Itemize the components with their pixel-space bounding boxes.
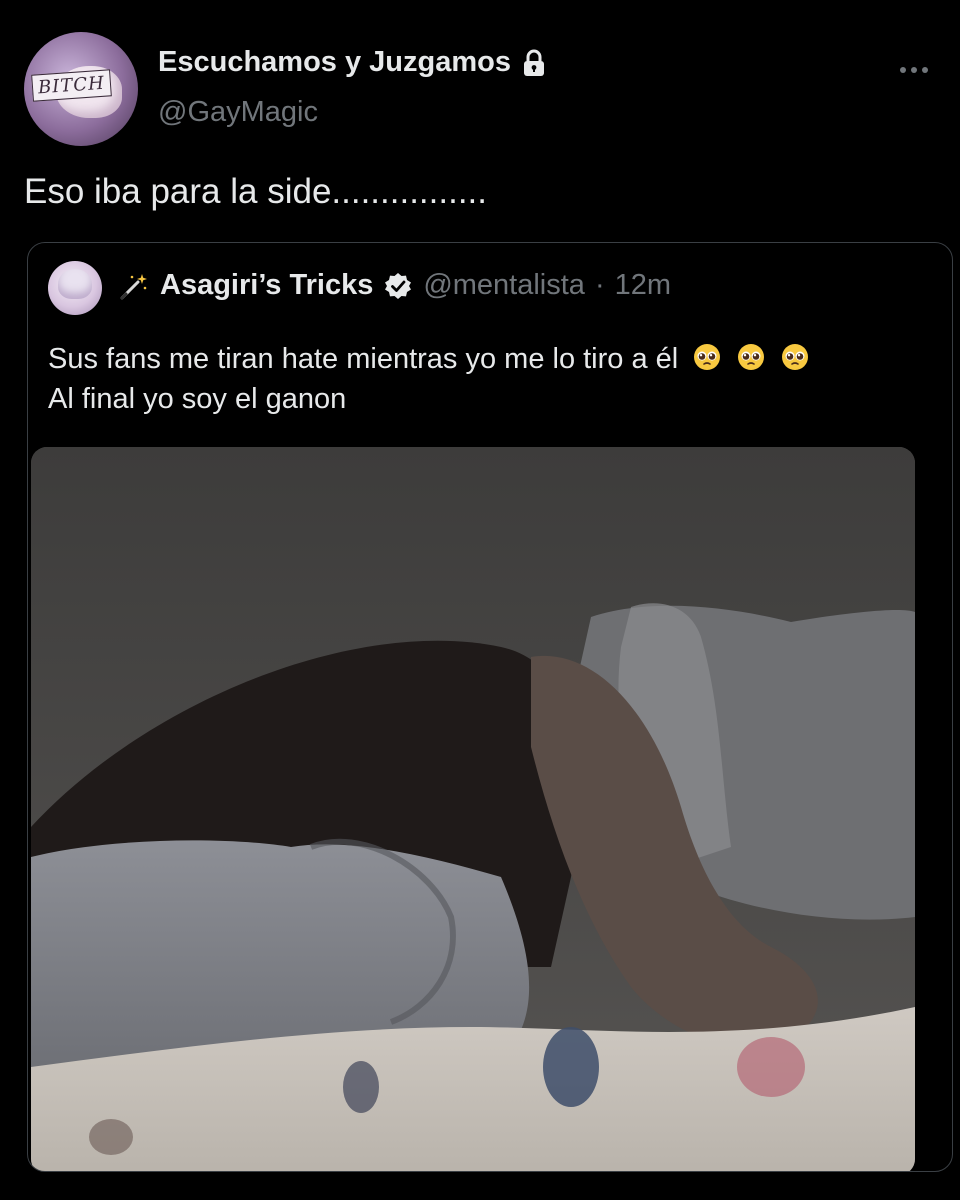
quoted-tweet-text: Sus fans me tiran hate mientras yo me lo… <box>48 339 810 419</box>
author-display-name-row[interactable]: Escuchamos y Juzgamos <box>158 46 549 79</box>
author-handle[interactable]: @GayMagic <box>158 96 318 129</box>
quoted-text-line-1-label: Sus fans me tiran hate mientras yo me lo… <box>48 343 679 375</box>
quoted-author-name[interactable]: Asagiri’s Tricks <box>160 269 373 302</box>
quoted-avatar-image <box>58 269 92 299</box>
quoted-tweet-card[interactable]: Asagiri’s Tricks @mentalista · 12m Sus f… <box>27 242 953 1172</box>
tweet-text: Eso iba para la side................ <box>24 172 487 211</box>
pleading-face-icon <box>738 344 765 370</box>
photo-person-hugging-pillow <box>31 447 915 1171</box>
author-display-name[interactable]: Escuchamos y Juzgamos <box>158 46 511 79</box>
magic-wand-icon <box>120 273 147 299</box>
quoted-tweet-timestamp[interactable]: 12m <box>615 269 671 302</box>
quoted-tweet-photo[interactable] <box>31 447 915 1171</box>
avatar-text: BITCH <box>31 69 112 102</box>
quoted-text-line-1: Sus fans me tiran hate mientras yo me lo… <box>48 339 810 379</box>
quoted-author-handle[interactable]: @mentalista <box>423 269 585 302</box>
verified-badge-icon <box>385 272 412 299</box>
separator-dot: · <box>594 269 605 301</box>
quoted-tweet-header: Asagiri’s Tricks @mentalista · 12m <box>118 269 671 302</box>
pleading-face-icon <box>782 344 809 370</box>
author-avatar[interactable]: BITCH <box>24 32 138 146</box>
lock-icon <box>523 49 544 76</box>
quoted-author-avatar[interactable] <box>48 261 102 315</box>
more-horizontal-icon[interactable] <box>898 62 930 78</box>
pleading-face-icon <box>694 344 721 370</box>
quoted-text-line-2: Al final yo soy el ganon <box>48 383 347 415</box>
tweet-detail-view: BITCH Escuchamos y Juzgamos @GayMagic Es… <box>0 0 960 1200</box>
